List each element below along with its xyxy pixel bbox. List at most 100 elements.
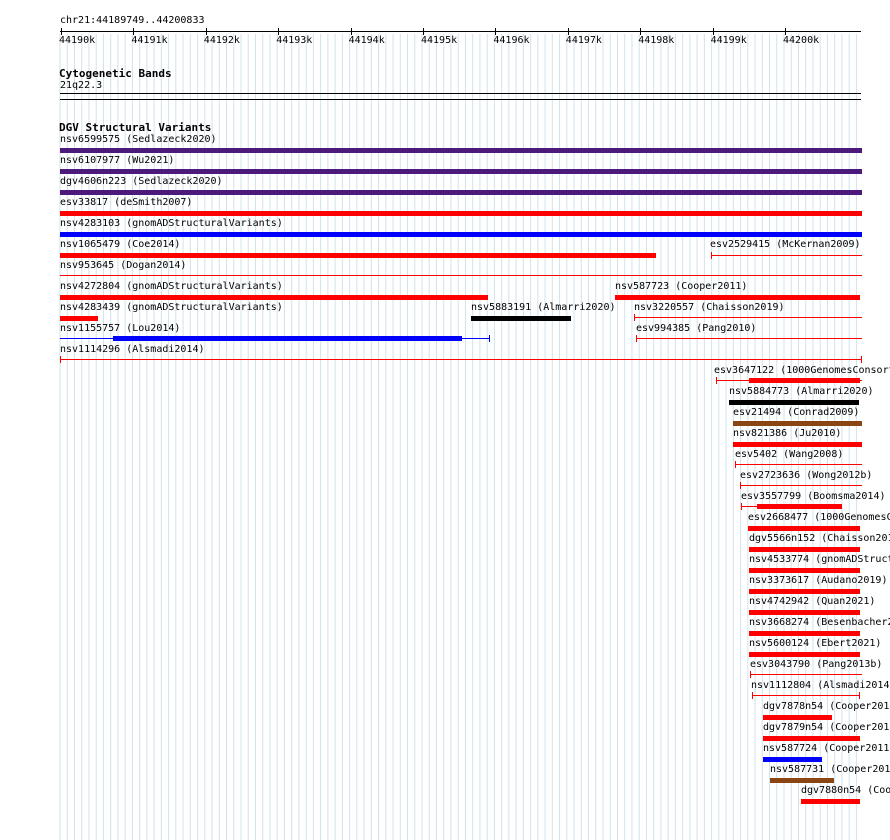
variant-label[interactable]: esv2529415 (McKernan2009) bbox=[710, 239, 861, 250]
variant-bar bbox=[763, 736, 860, 741]
ruler-tick bbox=[712, 28, 714, 35]
variant-label[interactable]: nsv4283439 (gnomADStructuralVariants) bbox=[60, 302, 283, 313]
variant-end-tick bbox=[859, 692, 860, 699]
variant-label[interactable]: nsv953645 (Dogan2014) bbox=[60, 260, 186, 271]
variant-label[interactable]: nsv5600124 (Ebert2021) bbox=[749, 638, 881, 649]
variant-label[interactable]: nsv3373617 (Audano2019) bbox=[749, 575, 887, 586]
variant-label[interactable]: esv2668477 (1000GenomesConsortiumPilotPr… bbox=[748, 512, 890, 523]
variant-label[interactable]: esv21494 (Conrad2009) bbox=[733, 407, 859, 418]
ruler-tick-label: 44199k bbox=[710, 35, 747, 46]
variant-label[interactable]: nsv1114296 (Alsmadi2014) bbox=[60, 344, 205, 355]
variant-end-tick bbox=[752, 692, 753, 699]
variant-end-tick bbox=[634, 314, 635, 321]
variant-label[interactable]: esv2723636 (Wong2012b) bbox=[740, 470, 872, 481]
variant-label[interactable]: nsv5884773 (Almarri2020) bbox=[729, 386, 874, 397]
variant-label[interactable]: esv3557799 (Boomsma2014) bbox=[741, 491, 886, 502]
variant-label[interactable]: esv5402 (Wang2008) bbox=[735, 449, 843, 460]
variant-label[interactable]: nsv3220557 (Chaisson2019) bbox=[634, 302, 785, 313]
variant-bar bbox=[749, 631, 860, 636]
variant-label[interactable]: nsv587731 (Cooper2011) bbox=[770, 764, 890, 775]
variant-end-tick bbox=[750, 671, 751, 678]
variant-span-line bbox=[740, 485, 862, 486]
ruler-tick-label: 44195k bbox=[421, 35, 458, 46]
ruler-tick bbox=[350, 28, 352, 35]
variant-label[interactable]: nsv4533774 (gnomADStructuralVariants) bbox=[749, 554, 890, 565]
variant-label[interactable]: esv33817 (deSmith2007) bbox=[60, 197, 192, 208]
variant-label[interactable]: nsv587724 (Cooper2011) bbox=[763, 743, 890, 754]
variant-bar bbox=[729, 400, 859, 405]
variant-end-tick bbox=[716, 377, 717, 384]
variant-bar bbox=[60, 253, 656, 258]
variant-label[interactable]: nsv1112804 (Alsmadi2014) bbox=[751, 680, 890, 691]
variant-label[interactable]: esv3043790 (Pang2013b) bbox=[750, 659, 882, 670]
ruler-tick bbox=[495, 28, 497, 35]
variant-bar bbox=[471, 316, 571, 321]
variant-label[interactable]: nsv4272804 (gnomADStructuralVariants) bbox=[60, 281, 283, 292]
variant-bar bbox=[757, 504, 842, 509]
variant-span-line bbox=[60, 359, 862, 360]
variant-label[interactable]: nsv4742942 (Quan2021) bbox=[749, 596, 875, 607]
variant-span-line bbox=[752, 695, 860, 696]
variant-bar bbox=[60, 232, 862, 237]
cytoband-track-title: Cytogenetic Bands bbox=[59, 67, 172, 80]
variant-label[interactable]: dgv5566n152 (Chaisson2019) bbox=[749, 533, 890, 544]
ruler-tick-label: 44191k bbox=[131, 35, 168, 46]
variant-label[interactable]: dgv7880n54 (Cooper2011) bbox=[801, 785, 890, 796]
variant-bar bbox=[749, 547, 860, 552]
variant-label[interactable]: dgv7878n54 (Cooper2011) bbox=[763, 701, 890, 712]
variant-bar bbox=[763, 757, 822, 762]
variant-end-tick bbox=[741, 503, 742, 510]
variant-span-line bbox=[634, 317, 862, 318]
variant-label[interactable]: nsv1155757 (Lou2014) bbox=[60, 323, 180, 334]
variant-bar bbox=[615, 295, 860, 300]
ruler-tick-label: 44192k bbox=[203, 35, 240, 46]
ruler-tick bbox=[423, 28, 424, 35]
cytoband-line bbox=[60, 93, 861, 94]
variant-bar bbox=[748, 526, 860, 531]
variant-bar bbox=[733, 421, 862, 426]
variant-label[interactable]: esv3647122 (1000GenomesConsortiumPilotPr… bbox=[714, 365, 890, 376]
variant-label[interactable]: nsv5883191 (Almarri2020) bbox=[471, 302, 616, 313]
cytoband-label: 21q22.3 bbox=[60, 80, 103, 91]
ruler-tick-label: 44190k bbox=[59, 35, 96, 46]
ruler-tick bbox=[61, 28, 62, 35]
ruler-tick-label: 44200k bbox=[783, 35, 820, 46]
variant-bar bbox=[113, 336, 462, 341]
locus-label: chr21:44189749..44200833 bbox=[60, 15, 205, 26]
variant-bar bbox=[749, 652, 860, 657]
variant-bar bbox=[60, 190, 862, 195]
variant-bar bbox=[770, 778, 834, 783]
ruler-tick bbox=[785, 28, 786, 35]
variant-label[interactable]: nsv6599575 (Sedlazeck2020) bbox=[60, 134, 217, 145]
variant-label[interactable]: nsv3668274 (Besenbacher2016) bbox=[749, 617, 890, 628]
variant-end-tick bbox=[711, 252, 712, 259]
variant-label[interactable]: nsv6107977 (Wu2021) bbox=[60, 155, 174, 166]
variant-label[interactable]: nsv587723 (Cooper2011) bbox=[615, 281, 747, 292]
variant-bar bbox=[763, 715, 832, 720]
ruler-tick bbox=[567, 28, 569, 35]
track-divider bbox=[60, 99, 861, 100]
ruler-tick-label: 44194k bbox=[348, 35, 385, 46]
dgv-track-title: DGV Structural Variants bbox=[59, 121, 212, 134]
variant-bar bbox=[60, 148, 862, 153]
variant-end-tick bbox=[60, 356, 61, 363]
variant-label[interactable]: nsv4283103 (gnomADStructuralVariants) bbox=[60, 218, 283, 229]
variant-label[interactable]: dgv7879n54 (Cooper2011) bbox=[763, 722, 890, 733]
variant-bar bbox=[749, 378, 860, 383]
variant-end-tick bbox=[735, 461, 736, 468]
ruler-tick bbox=[640, 28, 642, 35]
variant-label[interactable]: nsv1065479 (Coe2014) bbox=[60, 239, 180, 250]
variant-span-line bbox=[636, 338, 862, 339]
variant-span-line bbox=[750, 674, 862, 675]
variant-span-line bbox=[60, 275, 862, 276]
ruler-tick-label: 44193k bbox=[276, 35, 313, 46]
variant-bar bbox=[749, 610, 860, 615]
variant-label[interactable]: nsv821386 (Ju2010) bbox=[733, 428, 841, 439]
variant-bar bbox=[60, 211, 862, 216]
ruler-tick bbox=[133, 28, 135, 35]
ruler-tick bbox=[205, 28, 207, 35]
variant-label[interactable]: esv994385 (Pang2010) bbox=[636, 323, 756, 334]
variant-end-tick bbox=[636, 335, 637, 342]
variant-label[interactable]: dgv4606n223 (Sedlazeck2020) bbox=[60, 176, 223, 187]
variant-bar bbox=[801, 799, 860, 804]
